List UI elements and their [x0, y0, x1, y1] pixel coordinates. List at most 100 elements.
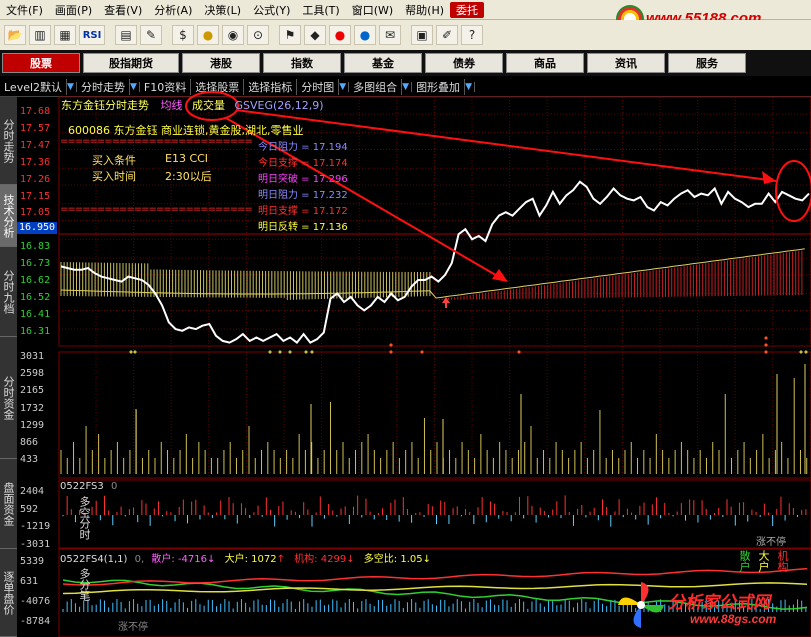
- level-sep: =: [298, 174, 313, 185]
- signal-marker-red: [764, 350, 768, 354]
- level-value: 17.296: [312, 174, 348, 185]
- level-value: 17.194: [312, 142, 348, 153]
- pinwheel-logo-icon: [618, 582, 664, 628]
- price-axis-label: 17.47: [20, 139, 51, 151]
- level-sep: =: [298, 158, 313, 169]
- fs3-param: 0: [110, 481, 118, 492]
- fs4-param: 0,: [134, 554, 145, 565]
- price-axis-label: 17.15: [20, 190, 51, 202]
- signal-marker-red: [764, 336, 768, 340]
- signal-marker-green: [804, 350, 808, 354]
- fs4-note: 涨不停: [118, 622, 148, 633]
- fs4-side-text: 多分笔: [78, 568, 91, 601]
- indicator-label[interactable]: GSVEG(26,12,9): [235, 99, 324, 112]
- level-sep: =: [298, 206, 313, 217]
- fs4-inst: 机构: 4299↓: [294, 554, 355, 565]
- fs4-axis-label: 631: [20, 576, 39, 587]
- vol-axis-label: 2598: [20, 368, 45, 380]
- signal-marker-green: [133, 350, 137, 354]
- legend-retail: 散户: [738, 550, 751, 572]
- signal-marker-red: [389, 350, 393, 354]
- price-axis-label: 17.68: [20, 106, 51, 117]
- level-2: 明日突破 = 17.296: [258, 170, 348, 185]
- signal-marker-red: [517, 350, 521, 354]
- price-axis-label: 16.73: [20, 258, 51, 270]
- level-3: 明日阻力 = 17.232: [258, 186, 348, 201]
- level-value: 17.172: [312, 206, 348, 217]
- price-axis-label: 16.52: [20, 291, 51, 303]
- fs4-axis-label: -4076: [20, 596, 51, 607]
- legend-inst: 机构: [776, 550, 789, 572]
- vol-axis-label: 1732: [20, 402, 45, 414]
- price-axis-label: 17.57: [20, 122, 51, 134]
- legend-big: 大户: [757, 550, 770, 572]
- fs3-axis-label: 592: [20, 503, 39, 515]
- level-0: 今日阻力 = 17.194: [258, 138, 348, 153]
- level-label: 明日反转: [258, 222, 298, 233]
- level-label: 今日支撑: [258, 158, 298, 169]
- level-sep: =: [298, 142, 313, 153]
- price-axis-label: 17.05: [20, 207, 51, 219]
- fs3-name: 0522FS3: [60, 481, 104, 492]
- dash-separator: ==========================: [60, 204, 253, 215]
- fs4-big: 大户: 1072↑: [224, 554, 285, 565]
- signal-marker-green: [799, 350, 803, 354]
- level-label: 明日阻力: [258, 190, 298, 201]
- watermark-title: 分析家公式网: [668, 593, 770, 612]
- chart-title: 东方金钰分时走势: [61, 99, 149, 112]
- level-sep: =: [298, 190, 313, 201]
- signal-marker-green: [268, 350, 272, 354]
- buy-condition-value: E13 CCI: [165, 152, 209, 165]
- watermark-url: www.88gs.com: [690, 612, 777, 626]
- level-value: 17.174: [312, 158, 348, 169]
- price-axis-label: 17.36: [20, 156, 51, 168]
- fs4-retail: 散户: -4716↓: [151, 554, 216, 565]
- vol-axis-label: 1299: [20, 419, 45, 431]
- volume-label[interactable]: 成交量: [192, 99, 225, 112]
- fs4-ratio: 多空比: 1.05↓: [363, 554, 431, 565]
- signal-marker-green: [288, 350, 292, 354]
- panel-border: [58, 479, 811, 549]
- vol-axis-label: 433: [20, 454, 39, 466]
- level-value: 17.136: [312, 222, 348, 233]
- price-axis-label: 16.31: [20, 325, 51, 337]
- fs3-note: 涨不停: [756, 537, 786, 548]
- price-axis-label: 16.83: [20, 241, 51, 253]
- level-value: 17.232: [312, 190, 348, 201]
- vol-axis-label: 866: [20, 437, 39, 448]
- fs3-title: 0522FS3 0: [60, 481, 117, 492]
- level-label: 今日阻力: [258, 142, 298, 153]
- annotation-arrowhead-icon: [762, 171, 776, 184]
- price-axis-label: 16.62: [20, 275, 51, 286]
- annotation-arrowhead-icon: [492, 269, 508, 282]
- panel-border: [58, 351, 811, 479]
- level-4: 明日支撑 = 17.172: [258, 202, 348, 217]
- dash-separator: ==========================: [60, 136, 253, 147]
- buy-time-label: 买入时间: [92, 170, 136, 183]
- fs4-axis-label: -8784: [20, 616, 51, 627]
- fs4-axis-label: 5339: [20, 556, 45, 567]
- fs4-title: 0522FS4(1,1) 0, 散户: -4716↓ 大户: 1072↑ 机构:…: [60, 550, 431, 565]
- fs4-name: 0522FS4(1,1): [60, 554, 128, 565]
- fs3-axis-label: 2404: [20, 486, 45, 497]
- level-1: 今日支撑 = 17.174: [258, 154, 348, 169]
- price-axis-label: 16.41: [20, 308, 51, 320]
- buy-time-value: 2:30以后: [165, 170, 212, 183]
- signal-marker-green: [129, 350, 133, 354]
- fs3-side-text: 多空分时: [78, 496, 91, 540]
- fs3-axis-label: -1219: [20, 521, 51, 532]
- annotation-circle: [775, 160, 811, 222]
- signal-marker-green: [278, 350, 282, 354]
- price-axis-label: 17.26: [20, 173, 51, 185]
- level-5: 明日反转 = 17.136: [258, 218, 348, 233]
- current-price-tag: 16.950: [17, 222, 57, 234]
- level-label: 明日突破: [258, 174, 298, 185]
- signal-marker-green: [304, 350, 308, 354]
- buy-condition-label: 买入条件: [92, 154, 136, 167]
- signal-marker-green: [310, 350, 314, 354]
- chart-canvas[interactable]: [0, 0, 811, 637]
- vol-axis-label: 3031: [20, 351, 45, 362]
- watermark: 分析家公式网 www.88gs.com: [610, 580, 811, 637]
- ma-label[interactable]: 均线: [161, 99, 183, 112]
- level-sep: =: [298, 222, 313, 233]
